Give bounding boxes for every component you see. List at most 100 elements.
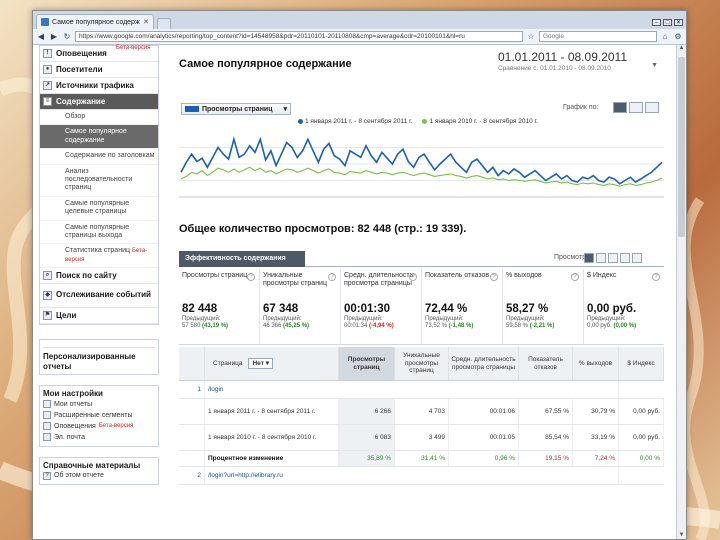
settings-item-email[interactable]: Эл. почта [43,432,155,443]
settings-icon[interactable]: ⚙ [673,32,683,42]
sidebar-subitem-top-content[interactable]: Самое популярное содержание [40,125,158,150]
close-window-button[interactable]: ✕ [674,19,683,26]
address-bar[interactable]: https://www.google.com/analytics/reporti… [75,31,523,42]
metric-selector[interactable]: Просмотры страниц ▾ [181,103,291,115]
sidebar-item-label: Цели [56,311,77,321]
header-label: Страница [213,359,243,367]
page-link[interactable]: /login?url=http://elibrary.ru [205,467,619,484]
stat-previous: Предыдущий: 0,00 руб. (0,00 %) [587,316,661,330]
sidebar-item-content[interactable]: ≡ Содержание [40,94,158,110]
header-unique-pageviews[interactable]: Уникальные просмотры страниц [395,347,449,380]
home-icon[interactable]: ⌂ [660,32,670,42]
stat-index: ? $ Индекс 0,00 руб. Предыдущий: 0,00 руб. (… [584,269,664,344]
compare-range: Сравнение с: 01.01.2010 - 08.09.2010 [498,65,611,72]
help-item-about-report[interactable]: ? Об этом отчете [43,470,155,481]
stat-value: 67 348 [263,303,299,315]
sidebar-item-label: Посетители [56,65,103,74]
events-icon: ◆ [43,291,52,301]
sidebar-item-visitors[interactable]: ● Посетители [40,62,158,78]
stat-unique-pageviews: ? Уникальные просмотры страниц 67 348 Преды… [260,269,341,344]
total-pageviews: Общее количество просмотров: 82 448 (стр… [179,223,467,235]
personalized-reports-link[interactable]: Персонализированные отчеты [43,352,155,371]
help-icon[interactable]: ? [328,273,336,281]
scroll-down-arrow-icon[interactable]: ▼ [677,532,686,539]
page-link[interactable]: /login [205,381,619,398]
forward-arrow-icon[interactable]: ▶ [49,32,59,42]
chart-legend: 1 января 2011 г. - 8 сентября 2011 г. 1 … [298,118,538,125]
cell-pageviews: 6 083 [339,425,395,450]
bookmark-star-icon[interactable]: ☆ [526,32,536,42]
chevron-down-icon[interactable]: ▼ [651,62,658,69]
help-icon[interactable]: ? [409,273,417,281]
browser-tab[interactable]: Самое популярное содержание - Goo... ✕ [36,14,154,29]
table-view-button[interactable] [584,253,594,263]
sidebar-subitem-top-landing-pages[interactable]: Самые популярные целевые страницы [40,197,158,221]
report-icon [43,400,51,409]
minimize-button[interactable]: – [652,19,661,26]
sidebar-subitem-top-exit-pages[interactable]: Самые популярные страницы выхода [40,221,158,245]
back-arrow-icon[interactable]: ◀ [36,32,46,42]
maximize-button[interactable]: □ [663,19,672,26]
reload-icon[interactable]: ↻ [62,32,72,42]
help-icon[interactable]: ? [247,273,255,281]
header-exit-rate[interactable]: % выходов [573,347,619,380]
header-pageviews[interactable]: Просмотры страниц [339,347,395,380]
comparison-view-button[interactable] [620,253,630,263]
settings-item-segments[interactable]: Расширенные сегменты [43,410,155,421]
table-row: 1 /login [179,381,664,399]
page-title: Самое популярное содержание [179,58,352,70]
stat-previous-value: 59,58 % [506,322,529,329]
help-icon[interactable]: ? [652,273,660,281]
graph-month-button[interactable] [645,102,659,113]
cell-index: 0,00 руб. [619,399,664,424]
chevron-down-icon: ▾ [283,106,287,113]
settings-item-my-reports[interactable]: Мои отчеты [43,399,155,410]
sidebar-subitem-page-stats[interactable]: Статистика страниц Бета-версия [40,244,158,269]
stat-previous-value: 57 580 [182,322,201,329]
help-icon[interactable]: ? [490,273,498,281]
header-index-value[interactable]: $ Индекс [619,347,664,380]
stat-label: $ Индекс [587,272,617,279]
help-icon[interactable]: ? [571,273,579,281]
performance-view-button[interactable] [608,253,618,263]
mail-icon [43,433,51,442]
tab-strip: Самое популярное содержание - Goo... ✕ –… [33,11,686,29]
sidebar-subitem-navigation-summary[interactable]: Анализ последовательности страниц [40,165,158,197]
sidebar-subitem-overview[interactable]: Обзор [40,110,158,126]
stat-previous: Предыдущий: 00:01:34 (-4,94 %) [344,316,418,330]
traffic-icon: ↗ [43,81,52,90]
header-avg-time[interactable]: Средн. длительность просмотра страницы [449,347,519,380]
header-bounce-rate[interactable]: Показатель отказов [519,347,573,380]
graph-day-button[interactable] [613,102,627,113]
settings-item-alerts[interactable]: Оповещения Бета-версия [43,421,155,432]
scrollbar-thumb[interactable] [678,57,685,237]
stat-change: (-4,94 %) [369,322,394,329]
view-mode-buttons [584,253,642,263]
scroll-up-arrow-icon[interactable]: ▲ [677,45,686,54]
summary-stats: ? Просмотры страниц 82 448 Предыдущий: 57 58… [179,269,664,345]
pivot-view-button[interactable] [632,253,642,263]
date-range-cell: 1 января 2010 г. - 8 сентября 2010 г. [205,425,339,450]
tab-content-performance[interactable]: Эффективность содержания [179,251,305,267]
cell-unique-pageviews-change: 31,41 % [395,451,449,466]
help-icon: ? [43,471,51,480]
graph-week-button[interactable] [629,102,643,113]
stat-previous-label: Предыдущий: [425,316,464,322]
sidebar-item-site-search[interactable]: ⌕ Поиск по сайту [40,268,158,285]
cell-bounce-rate: 85,54 % [519,425,573,450]
vertical-scrollbar[interactable]: ▲ ▼ [676,45,686,539]
stat-previous: Предыдущий: 59,58 % (-2,21 %) [506,316,580,330]
sidebar-item-goals[interactable]: ⚑ Цели [40,308,158,325]
new-tab-button[interactable] [157,18,171,29]
search-input[interactable]: Google [539,31,657,42]
close-tab-icon[interactable]: ✕ [143,18,149,26]
sidebar-nav: Бета-версия ! Оповещения ● Посетители ↗ … [39,45,159,326]
sidebar-item-traffic-sources[interactable]: ↗ Источники трафика [40,78,158,94]
header-page: Страница Нет ▾ [205,347,339,380]
secondary-dimension-select[interactable]: Нет ▾ [248,358,273,369]
sidebar-subitem-content-by-title[interactable]: Содержание по заголовкам [40,149,158,165]
date-range-picker[interactable]: 01.01.2011 - 08.09.2011 Сравнение с: 01.… [498,50,658,82]
percentage-view-button[interactable] [596,253,606,263]
sidebar-item-event-tracking[interactable]: ◆ Отслеживание событий [40,284,158,309]
graph-granularity-buttons [613,102,659,113]
